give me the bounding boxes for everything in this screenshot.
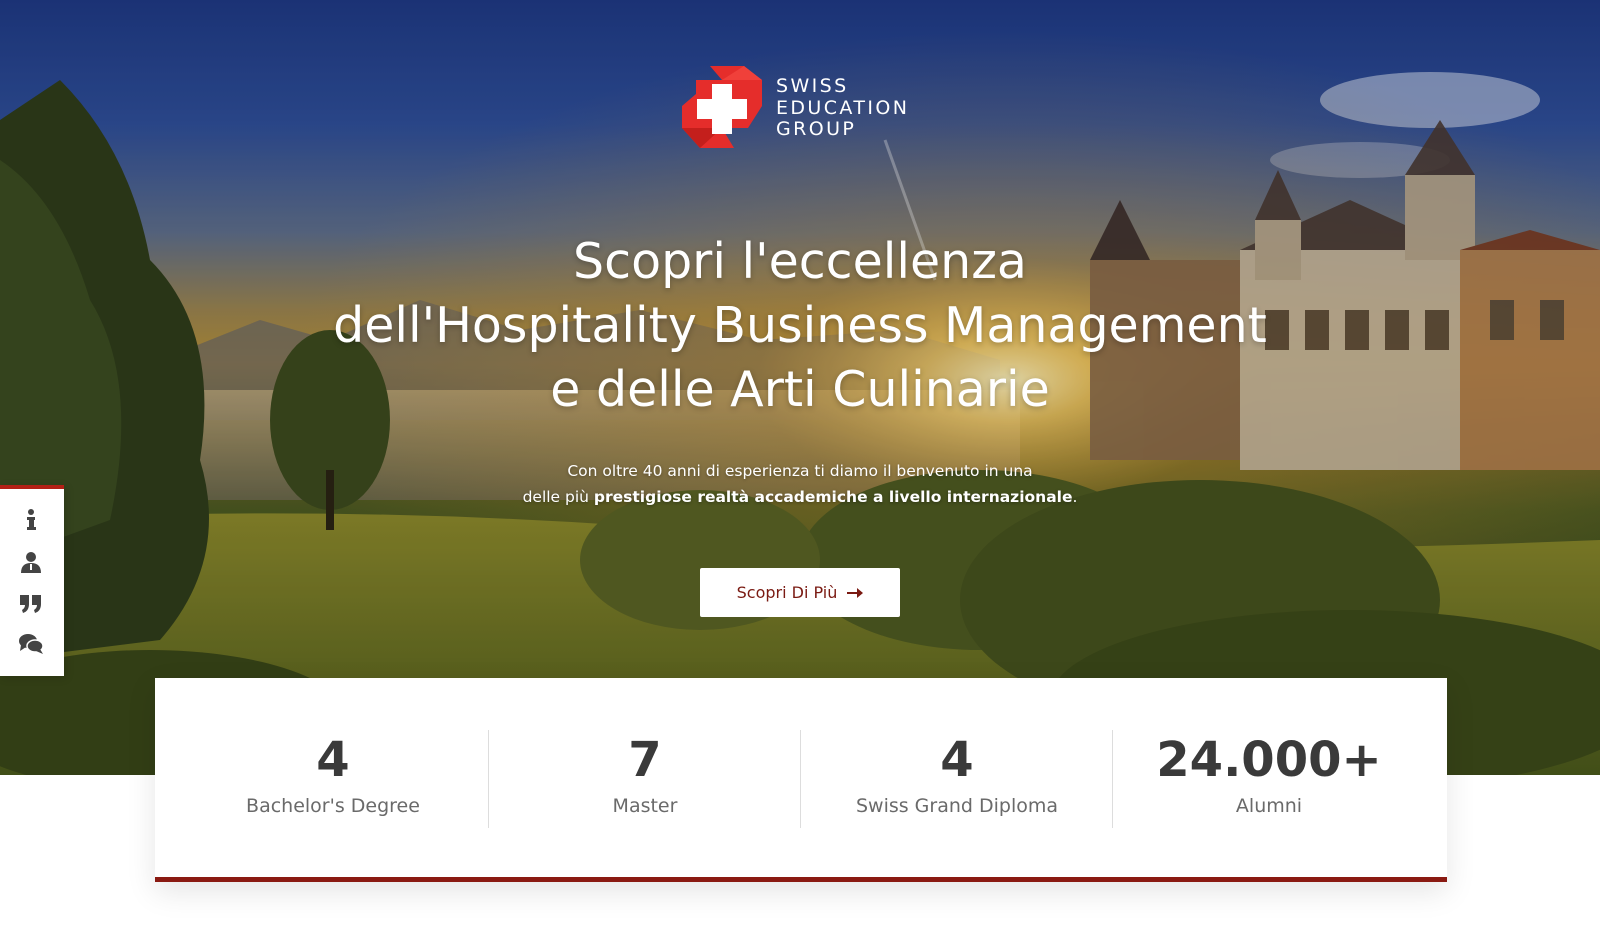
stat-bachelor: 4 Bachelor's Degree xyxy=(177,728,489,828)
stat-value: 7 xyxy=(628,732,662,788)
stat-label: Master xyxy=(612,795,678,817)
subtext-line-2: delle più prestigiose realtà accademiche… xyxy=(400,484,1200,510)
swiss-cross-logo-icon xyxy=(682,66,762,148)
side-quick-menu xyxy=(0,485,64,676)
hero-headline: Scopri l'eccellenza dell'Hospitality Bus… xyxy=(200,230,1400,422)
side-button-user[interactable] xyxy=(14,545,48,579)
stat-grand-diploma: 4 Swiss Grand Diploma xyxy=(801,728,1113,828)
stat-label: Bachelor's Degree xyxy=(246,795,420,817)
headline-line-1: Scopri l'eccellenza xyxy=(573,233,1027,290)
landing-page: SWISS EDUCATION GROUP Scopri l'eccellenz… xyxy=(0,0,1600,951)
hero-subtext: Con oltre 40 anni di esperienza ti diamo… xyxy=(400,458,1200,510)
user-icon xyxy=(21,552,41,573)
brand-line-2: EDUCATION xyxy=(776,96,910,119)
stat-value: 4 xyxy=(940,732,974,788)
stat-label: Alumni xyxy=(1235,795,1303,817)
hero-section: SWISS EDUCATION GROUP Scopri l'eccellenz… xyxy=(0,0,1600,775)
brand-line-1: SWISS xyxy=(776,75,849,97)
stat-label: Swiss Grand Diploma xyxy=(855,795,1059,817)
stats-card: 4 Bachelor's Degree 7 Master 4 Swiss Gra… xyxy=(155,678,1447,882)
headline-line-3: e delle Arti Culinarie xyxy=(550,361,1050,418)
arrow-right-icon xyxy=(847,587,864,598)
quote-icon xyxy=(20,595,41,613)
side-button-quote[interactable] xyxy=(14,587,48,621)
subtext-suffix: . xyxy=(1072,488,1078,506)
info-icon xyxy=(27,509,36,530)
learn-more-label: Scopri Di Più xyxy=(736,583,838,602)
side-button-info[interactable] xyxy=(14,503,48,537)
subtext-prefix: delle più xyxy=(522,488,594,506)
stat-value: 24.000+ xyxy=(1156,732,1382,788)
stat-value: 4 xyxy=(316,732,350,788)
brand-line-3: GROUP xyxy=(776,118,857,140)
chat-icon xyxy=(19,634,44,654)
headline-line-2: dell'Hospitality Business Management xyxy=(333,297,1267,354)
subtext-line-1: Con oltre 40 anni di esperienza ti diamo… xyxy=(567,462,1033,480)
brand-logo[interactable]: SWISS EDUCATION GROUP xyxy=(682,66,922,148)
subtext-bold: prestigiose realtà accademiche a livello… xyxy=(593,488,1073,506)
brand-wordmark: SWISS EDUCATION GROUP xyxy=(776,75,910,141)
learn-more-button[interactable]: Scopri Di Più xyxy=(700,568,900,617)
side-button-chat[interactable] xyxy=(14,627,48,661)
stat-master: 7 Master xyxy=(489,728,801,828)
stat-alumni: 24.000+ Alumni xyxy=(1113,728,1425,828)
